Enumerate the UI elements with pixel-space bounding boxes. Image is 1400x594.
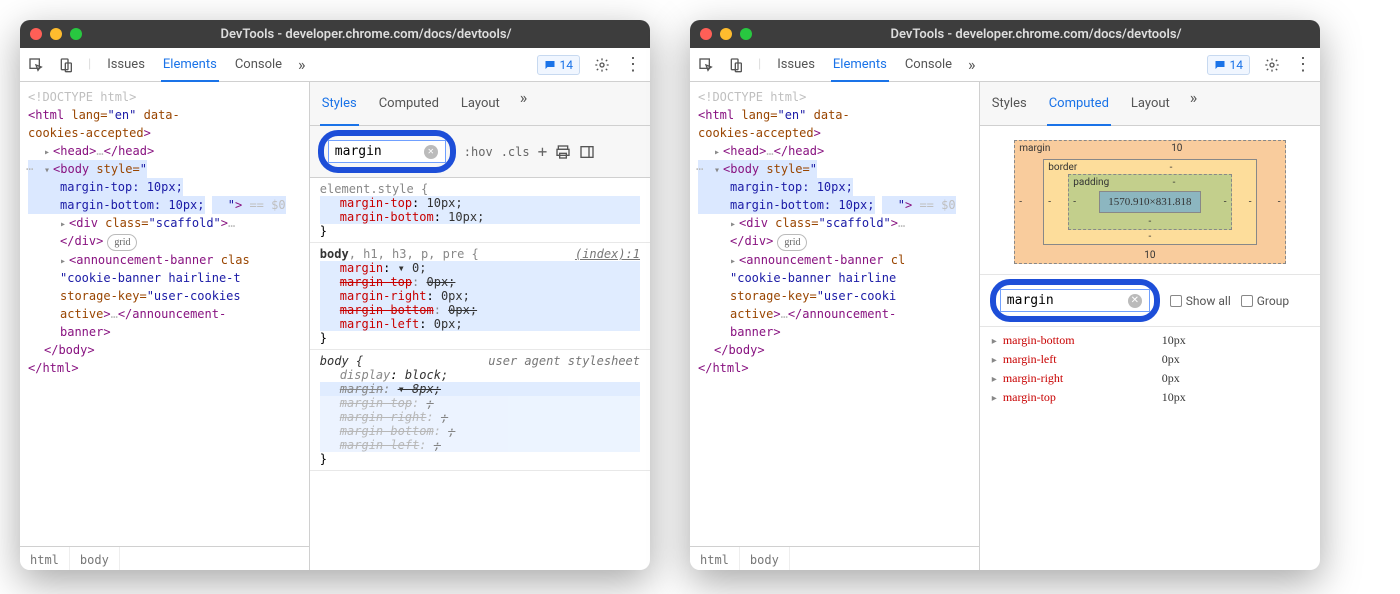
computed-prop[interactable]: margin-left0px [980,350,1320,369]
filter-highlight: ✕ [318,130,456,173]
breadcrumb: html body [20,546,309,570]
crumb-html[interactable]: html [690,547,740,570]
maximize-icon[interactable] [70,28,82,40]
margin-label: margin [1019,143,1050,154]
breadcrumb: html body [690,546,979,570]
subtab-styles[interactable]: Styles [990,88,1029,119]
box-model[interactable]: margin 10 10 - - border - - - - paddin [980,126,1320,274]
inspect-icon[interactable] [28,57,44,73]
new-rule-icon[interactable]: + [538,142,548,161]
filter-highlight: ✕ [990,279,1160,322]
expand-icon[interactable] [730,253,739,267]
tab-console[interactable]: Console [233,49,284,80]
expand-icon[interactable] [730,216,739,230]
content-size: 1570.910×831.818 [1099,191,1200,213]
rule-body-selectors[interactable]: body, h1, h3, p, pre {(index):1 margin: … [310,243,650,350]
style-margin-top: margin-top: 10px; [730,180,853,194]
crumb-body[interactable]: body [740,547,790,570]
window-title: DevTools - developer.chrome.com/docs/dev… [762,27,1310,42]
more-tabs-icon[interactable]: » [298,55,306,74]
device-toggle-icon[interactable] [728,57,744,73]
more-subtabs-icon[interactable]: » [1190,88,1198,119]
more-subtabs-icon[interactable]: » [520,88,528,119]
minimize-icon[interactable] [720,28,732,40]
padding-label: padding [1073,177,1109,188]
subtab-layout[interactable]: Layout [459,88,502,119]
issue-count: 14 [560,58,574,72]
dom-tree[interactable]: <!DOCTYPE html> <html lang="en" data- co… [20,82,310,570]
tab-issues[interactable]: Issues [775,49,817,80]
subtab-computed[interactable]: Computed [1047,88,1111,126]
dom-tree[interactable]: <!DOCTYPE html> <html lang="en" data- co… [690,82,980,570]
gear-icon[interactable] [1264,57,1280,73]
computed-prop[interactable]: margin-top10px [980,388,1320,407]
grid-badge[interactable]: grid [777,234,807,251]
minimize-icon[interactable] [50,28,62,40]
devtools-window-computed: DevTools - developer.chrome.com/docs/dev… [690,20,1320,570]
tab-elements[interactable]: Elements [161,49,219,82]
rule-user-agent[interactable]: body {user agent stylesheet display: blo… [310,350,650,471]
hov-toggle[interactable]: :hov [464,145,493,159]
expand-icon[interactable] [44,144,53,158]
expand-icon[interactable] [714,144,723,158]
collapse-icon[interactable] [44,162,53,176]
gear-icon[interactable] [594,57,610,73]
window-title: DevTools - developer.chrome.com/docs/dev… [92,27,640,42]
show-all-checkbox[interactable]: Show all [1170,294,1231,308]
styles-panel: Styles Computed Layout » ✕ :hov .cls + e… [310,82,650,570]
doctype: <!DOCTYPE html> [28,88,309,106]
computed-prop[interactable]: margin-bottom10px [980,331,1320,350]
style-margin-bottom: margin-bottom: 10px; [60,198,205,212]
close-icon[interactable] [30,28,42,40]
main-toolbar: | Issues Elements Console » 14 ⋮ [690,48,1320,82]
devtools-window-styles: DevTools - developer.chrome.com/docs/dev… [20,20,650,570]
grid-badge[interactable]: grid [107,234,137,251]
tab-elements[interactable]: Elements [831,49,889,82]
issue-icon [1214,59,1226,71]
traffic-lights [700,28,752,40]
cls-toggle[interactable]: .cls [501,145,530,159]
tab-console[interactable]: Console [903,49,954,80]
kebab-icon[interactable]: ⋮ [1294,54,1312,75]
device-toggle-icon[interactable] [58,57,74,73]
toggle-pane-icon[interactable] [579,144,595,160]
subtab-computed[interactable]: Computed [377,88,441,119]
clear-icon[interactable]: ✕ [424,145,438,159]
style-margin-bottom: margin-bottom: 10px; [730,198,875,212]
group-checkbox[interactable]: Group [1241,294,1289,308]
expand-icon[interactable] [60,216,69,230]
inspect-icon[interactable] [698,57,714,73]
html-tag[interactable]: <html [28,108,64,122]
crumb-body[interactable]: body [70,547,120,570]
main-toolbar: | Issues Elements Console » 14 ⋮ [20,48,650,82]
titlebar: DevTools - developer.chrome.com/docs/dev… [20,20,650,48]
doctype: <!DOCTYPE html> [698,88,979,106]
expand-icon[interactable] [60,253,69,267]
issue-icon [544,59,556,71]
clear-icon[interactable]: ✕ [1128,294,1142,308]
computed-props-list: margin-bottom10px margin-left0px margin-… [980,327,1320,570]
issues-badge[interactable]: 14 [1207,55,1251,75]
subtab-styles[interactable]: Styles [320,88,359,126]
more-tabs-icon[interactable]: » [968,55,976,74]
traffic-lights [30,28,82,40]
computed-panel: Styles Computed Layout » margin 10 10 - … [980,82,1320,570]
rule-element-style[interactable]: element.style { margin-top: 10px; margin… [310,178,650,243]
kebab-icon[interactable]: ⋮ [624,54,642,75]
crumb-html[interactable]: html [20,547,70,570]
border-label: border [1048,162,1077,173]
computed-prop[interactable]: margin-right0px [980,369,1320,388]
issue-count: 14 [1230,58,1244,72]
issues-badge[interactable]: 14 [537,55,581,75]
close-icon[interactable] [700,28,712,40]
print-icon[interactable] [555,144,571,160]
style-margin-top: margin-top: 10px; [60,180,183,194]
tab-issues[interactable]: Issues [105,49,147,80]
subtab-layout[interactable]: Layout [1129,88,1172,119]
titlebar: DevTools - developer.chrome.com/docs/dev… [690,20,1320,48]
maximize-icon[interactable] [740,28,752,40]
collapse-icon[interactable] [714,162,723,176]
